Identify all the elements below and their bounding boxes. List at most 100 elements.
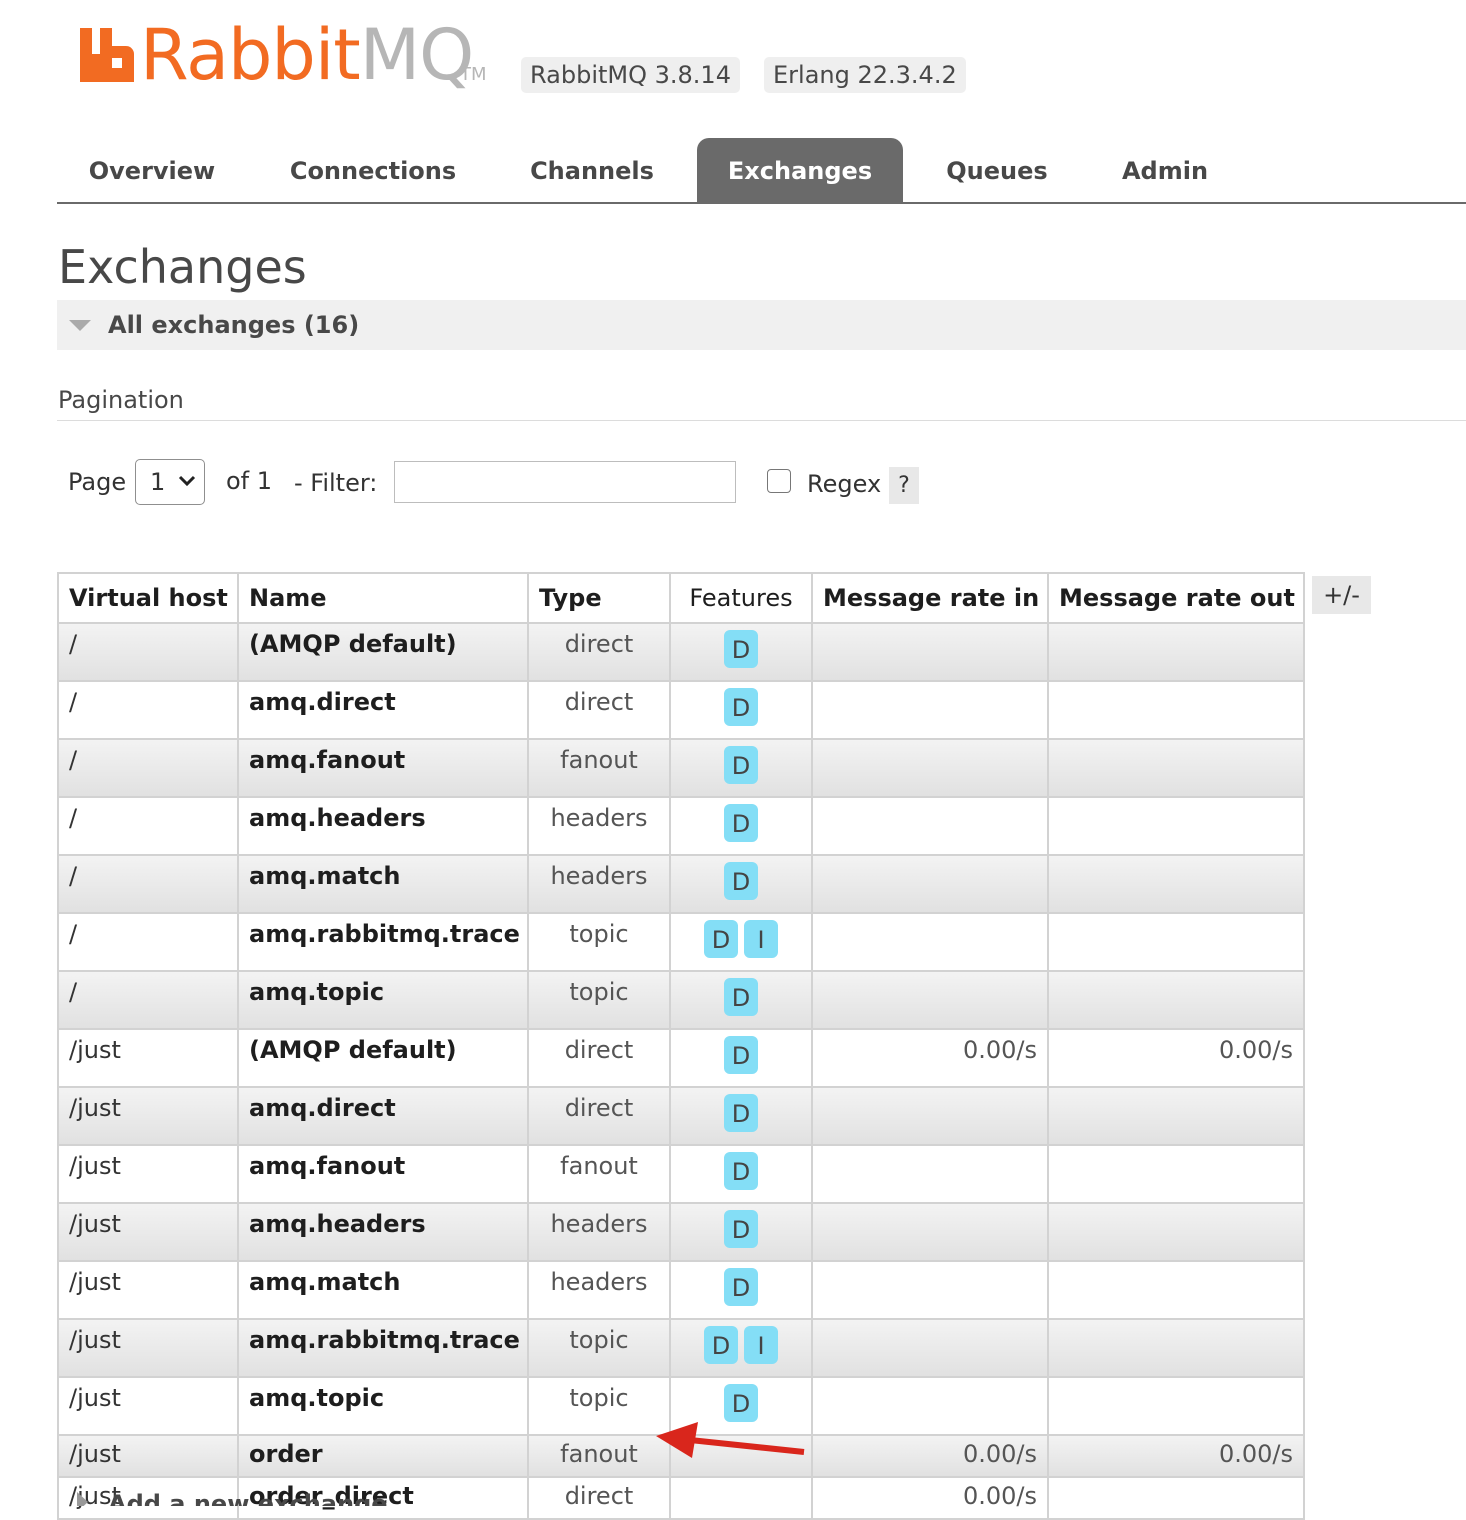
cell-virtual-host: / (57, 796, 239, 856)
internal-badge: I (744, 920, 778, 958)
section-title: All exchanges (16) (108, 311, 360, 339)
cell-message-rate-out (1047, 854, 1305, 914)
tab-exchanges[interactable]: Exchanges (697, 138, 903, 202)
regex-help-button[interactable]: ? (889, 467, 919, 504)
cell-exchange-name-link[interactable]: amq.match (237, 1260, 529, 1320)
cell-virtual-host: / (57, 970, 239, 1030)
table-row: / (AMQP default) direct D (57, 622, 1305, 682)
column-header-virtual-host[interactable]: Virtual host (57, 572, 239, 624)
column-header-message-rate-out[interactable]: Message rate out (1047, 572, 1305, 624)
cell-virtual-host: /just (57, 1260, 239, 1320)
page-select-value: 1 (150, 468, 166, 496)
cell-message-rate-out (1047, 1260, 1305, 1320)
table-row: / amq.topic topic D (57, 970, 1305, 1030)
cell-message-rate-in (811, 1202, 1049, 1262)
exchanges-table: Virtual host Name Type Features Message … (57, 572, 1305, 1520)
cell-exchange-name-link[interactable]: order (237, 1434, 529, 1478)
regex-checkbox[interactable] (767, 469, 791, 493)
table-row: /just amq.direct direct D (57, 1086, 1305, 1146)
cell-type: direct (527, 1086, 671, 1146)
cell-exchange-name-link[interactable]: amq.rabbitmq.trace (237, 1318, 529, 1378)
add-exchange-title: Add a new exchange (108, 1490, 388, 1506)
cell-exchange-name-link[interactable]: amq.fanout (237, 738, 529, 798)
cell-type: topic (527, 912, 671, 972)
cell-message-rate-out (1047, 796, 1305, 856)
table-row: /just amq.fanout fanout D (57, 1144, 1305, 1204)
column-header-type[interactable]: Type (527, 572, 671, 624)
cell-type: topic (527, 1318, 671, 1378)
all-exchanges-section-toggle[interactable]: All exchanges (16) (57, 300, 1466, 350)
expand-triangle-icon (77, 1492, 88, 1506)
erlang-version-badge: Erlang 22.3.4.2 (764, 57, 966, 93)
chevron-down-icon (178, 475, 196, 487)
durable-badge: D (724, 1152, 758, 1190)
cell-virtual-host: /just (57, 1144, 239, 1204)
add-exchange-section-toggle[interactable]: Add a new exchange (57, 1486, 657, 1506)
filter-input[interactable] (394, 461, 736, 503)
cell-message-rate-out (1047, 738, 1305, 798)
regex-label: Regex (807, 470, 882, 498)
toggle-columns-button[interactable]: +/- (1312, 576, 1371, 614)
cell-exchange-name-link[interactable]: amq.rabbitmq.trace (237, 912, 529, 972)
column-header-name[interactable]: Name (237, 572, 529, 624)
cell-virtual-host: / (57, 912, 239, 972)
cell-message-rate-out (1047, 622, 1305, 682)
cell-features: D (669, 854, 813, 914)
cell-message-rate-in: 0.00/s (811, 1476, 1049, 1520)
cell-message-rate-out (1047, 912, 1305, 972)
cell-message-rate-in (811, 1376, 1049, 1436)
pagination-label: Pagination (58, 386, 184, 414)
tab-overview[interactable]: Overview (57, 138, 247, 202)
cell-exchange-name-link[interactable]: amq.topic (237, 1376, 529, 1436)
cell-message-rate-in: 0.00/s (811, 1434, 1049, 1478)
cell-message-rate-in (811, 854, 1049, 914)
page-select[interactable]: 1 (135, 459, 205, 505)
cell-type: fanout (527, 1434, 671, 1478)
durable-badge: D (724, 1210, 758, 1248)
cell-exchange-name-link[interactable]: amq.headers (237, 796, 529, 856)
durable-badge: D (724, 862, 758, 900)
cell-message-rate-out (1047, 1318, 1305, 1378)
cell-virtual-host: /just (57, 1028, 239, 1088)
cell-type: direct (527, 680, 671, 740)
cell-type: headers (527, 1260, 671, 1320)
cell-message-rate-in (811, 738, 1049, 798)
cell-exchange-name-link[interactable]: amq.headers (237, 1202, 529, 1262)
cell-exchange-name-link[interactable]: amq.direct (237, 680, 529, 740)
cell-message-rate-in (811, 1318, 1049, 1378)
table-row: / amq.match headers D (57, 854, 1305, 914)
tab-channels[interactable]: Channels (507, 138, 677, 202)
cell-exchange-name-link[interactable]: amq.direct (237, 1086, 529, 1146)
cell-message-rate-out (1047, 970, 1305, 1030)
tab-queues[interactable]: Queues (923, 138, 1071, 202)
main-nav-tabs: Overview Connections Channels Exchanges … (57, 138, 1466, 204)
durable-badge: D (724, 804, 758, 842)
cell-type: topic (527, 1376, 671, 1436)
durable-badge: D (724, 688, 758, 726)
column-header-message-rate-in[interactable]: Message rate in (811, 572, 1049, 624)
cell-message-rate-out: 0.00/s (1047, 1434, 1305, 1478)
cell-virtual-host: /just (57, 1086, 239, 1146)
cell-features (669, 1476, 813, 1520)
cell-exchange-name-link[interactable]: amq.match (237, 854, 529, 914)
table-row: /just amq.match headers D (57, 1260, 1305, 1320)
cell-message-rate-out (1047, 1144, 1305, 1204)
cell-message-rate-out (1047, 680, 1305, 740)
cell-message-rate-in (811, 796, 1049, 856)
cell-virtual-host: /just (57, 1318, 239, 1378)
cell-type: direct (527, 622, 671, 682)
cell-message-rate-in (811, 912, 1049, 972)
tab-connections[interactable]: Connections (267, 138, 479, 202)
cell-exchange-name-link[interactable]: (AMQP default) (237, 1028, 529, 1088)
cell-features: D (669, 622, 813, 682)
cell-exchange-name-link[interactable]: (AMQP default) (237, 622, 529, 682)
cell-type: headers (527, 796, 671, 856)
pagination-divider (57, 420, 1466, 421)
cell-message-rate-in (811, 970, 1049, 1030)
tab-admin[interactable]: Admin (1101, 138, 1229, 202)
cell-exchange-name-link[interactable]: amq.fanout (237, 1144, 529, 1204)
logo-wordmark: RabbitMQ (140, 14, 474, 96)
cell-exchange-name-link[interactable]: amq.topic (237, 970, 529, 1030)
cell-message-rate-in (811, 1260, 1049, 1320)
cell-features: D (669, 680, 813, 740)
